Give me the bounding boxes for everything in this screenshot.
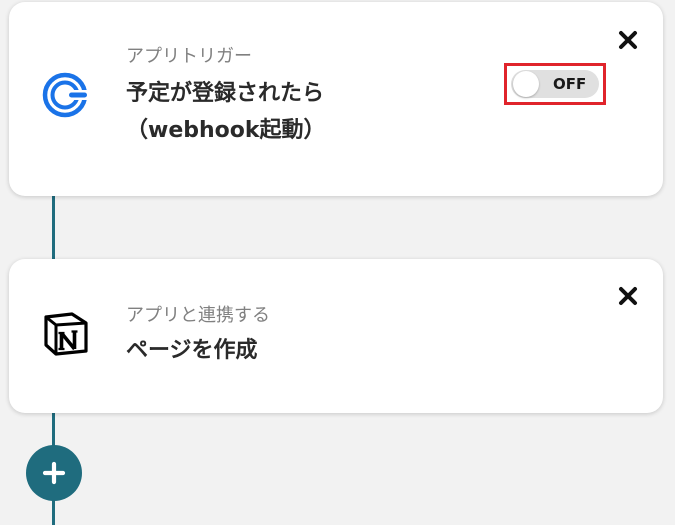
calendar-app-icon [42,72,89,118]
trigger-toggle-switch[interactable]: OFF [511,70,599,98]
action-label: アプリと連携する [126,305,270,326]
action-card[interactable]: アプリと連携する ページを作成 [9,259,663,413]
toggle-highlight-box: OFF [504,63,606,105]
action-close-button[interactable] [617,285,639,307]
notion-icon [42,309,90,357]
trigger-label: アプリトリガー [126,46,252,67]
trigger-title: 予定が登録されたら （webhook起動） [126,75,326,149]
close-icon [619,31,637,49]
trigger-title-line2: （webhook起動） [126,118,326,143]
trigger-title-line1: 予定が登録されたら [126,81,325,106]
trigger-close-button[interactable] [617,29,639,51]
toggle-state-label: OFF [553,75,587,93]
action-title: ページを作成 [126,338,258,363]
toggle-knob [513,71,539,97]
trigger-card[interactable]: アプリトリガー 予定が登録されたら （webhook起動） OFF [9,2,663,196]
flow-connector-line [52,195,55,261]
add-step-button[interactable] [26,445,82,501]
plus-icon [42,461,66,485]
close-icon [619,287,637,305]
